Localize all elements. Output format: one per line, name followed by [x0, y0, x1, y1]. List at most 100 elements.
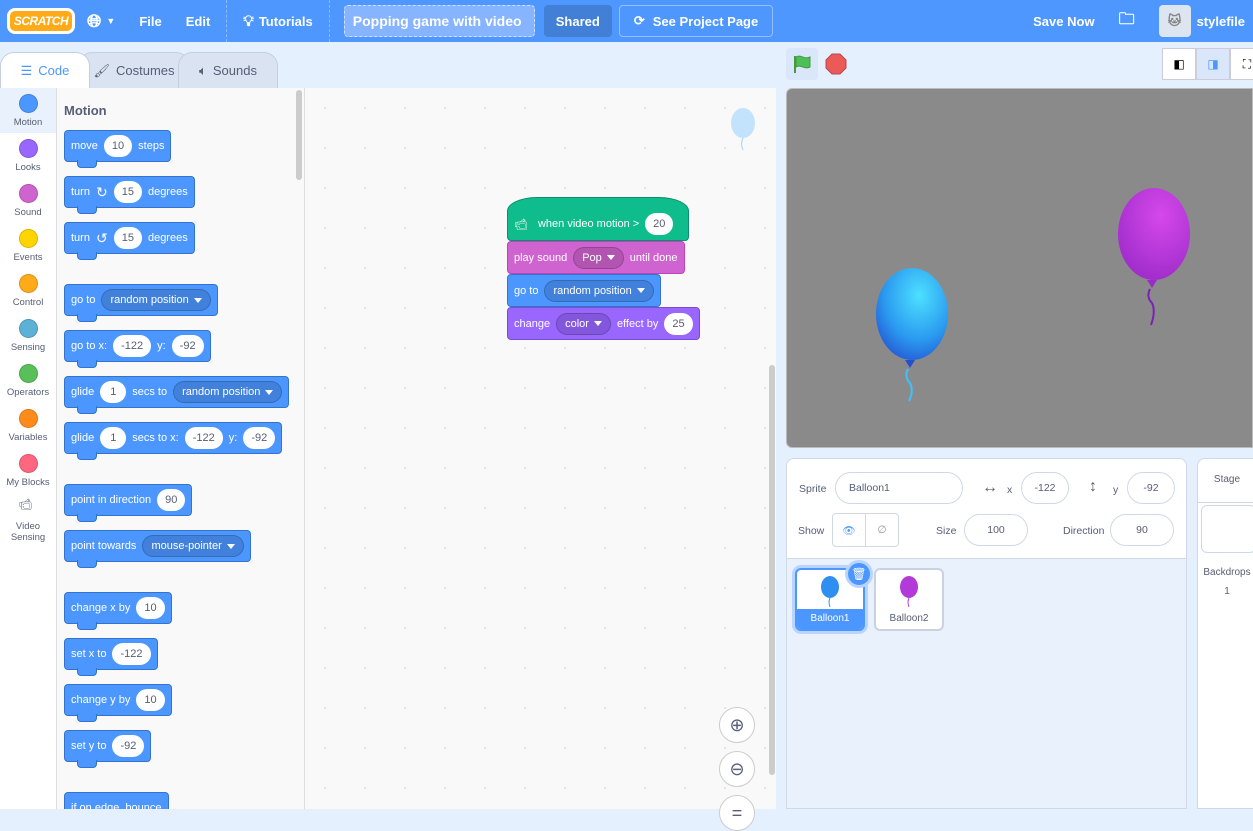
palette-block[interactable]: set y to -92 [64, 730, 152, 768]
palette-block[interactable]: change x by 10 [64, 592, 172, 630]
size-input[interactable]: 100 [964, 514, 1028, 546]
sprite-name-input[interactable]: Balloon1 [835, 472, 963, 504]
block-dropdown[interactable]: random position [544, 279, 654, 302]
block-dropdown[interactable]: color [556, 312, 611, 335]
code-icon: ☰ [20, 62, 33, 78]
stop-button[interactable] [820, 48, 852, 80]
category-my-blocks[interactable]: My Blocks [0, 448, 56, 493]
file-menu[interactable]: File [127, 0, 173, 42]
category-sensing[interactable]: Sensing [0, 313, 56, 358]
palette-block[interactable]: go to random position [64, 284, 218, 322]
edit-menu[interactable]: Edit [174, 0, 223, 42]
block-number-input[interactable]: -122 [112, 643, 151, 665]
fullscreen-button[interactable]: ⛶ [1230, 48, 1253, 80]
block-text: move [71, 140, 98, 152]
tab-costumes[interactable]: 🖌︎ Costumes [78, 52, 190, 88]
palette-block[interactable]: turn ↻ 15 degrees [64, 176, 195, 214]
palette-scrollbar[interactable] [296, 90, 302, 180]
block-text: change [514, 317, 551, 330]
stack-block[interactable]: go to random position [507, 274, 661, 307]
block-number-input[interactable]: 90 [157, 489, 186, 511]
block-dropdown[interactable]: random position [101, 289, 211, 311]
hat-block[interactable]: 📹︎ when video motion > 20 [507, 197, 689, 241]
show-visible-button[interactable]: 👁︎ [832, 513, 866, 547]
category-operators[interactable]: Operators [0, 358, 56, 403]
username[interactable]: stylefile [1197, 14, 1245, 29]
tab-sounds[interactable]: 🔈︎ Sounds [178, 52, 278, 88]
block-number-input[interactable]: -122 [184, 427, 223, 449]
category-sound[interactable]: Sound [0, 178, 56, 223]
sprite-tile-balloon2[interactable]: Balloon2 [874, 568, 944, 631]
stage-thumbnail[interactable] [1201, 505, 1253, 553]
avatar[interactable]: 🐱︎ [1158, 5, 1191, 37]
category-motion[interactable]: Motion [0, 88, 56, 133]
shared-button[interactable]: Shared [543, 5, 612, 37]
save-now-button[interactable]: Save Now [1021, 0, 1106, 42]
category-video-sensing[interactable]: 📹︎ Video Sensing [0, 493, 56, 548]
block-dropdown[interactable]: random position [173, 381, 283, 403]
category-variables[interactable]: Variables [0, 403, 56, 448]
palette-block[interactable]: point in direction 90 [64, 484, 193, 522]
palette-block[interactable]: glide 1 secs to x: -122 y: -92 [64, 422, 283, 460]
palette-block[interactable]: point towards mouse-pointer [64, 530, 251, 568]
script-stack[interactable]: 📹︎ when video motion > 20 play sound Pop unti… [507, 197, 700, 340]
divider [226, 0, 228, 42]
palette-block[interactable]: glide 1 secs to random position [64, 376, 290, 414]
normal-stage-button[interactable]: ◨ [1196, 48, 1230, 80]
palette-block[interactable]: go to x: -122 y: -92 [64, 330, 211, 368]
zoom-out-button[interactable]: ⊖ [719, 751, 755, 787]
block-number-input[interactable]: 10 [136, 689, 165, 711]
block-number-input[interactable]: 25 [664, 312, 693, 335]
stack-block[interactable]: change color effect by 25 [507, 307, 700, 340]
globe-icon: 🌐︎ [87, 10, 102, 31]
y-input[interactable]: -92 [1127, 472, 1175, 504]
my-stuff-folder-icon[interactable]: 🗀 [1107, 0, 1147, 42]
stage-selector[interactable]: Stage Backdrops 1 [1197, 458, 1253, 809]
block-dropdown[interactable]: Pop [573, 246, 624, 269]
green-flag-button[interactable] [786, 48, 818, 80]
block-dropdown[interactable]: mouse-pointer [142, 535, 244, 557]
x-label: x [1007, 484, 1013, 496]
palette-block[interactable]: move 10 steps [64, 130, 172, 168]
block-number-input[interactable]: 1 [100, 381, 127, 403]
stack-block[interactable]: play sound Pop until done [507, 241, 685, 274]
tutorials-button[interactable]: 💡︎ Tutorials [231, 0, 324, 42]
category-dot-icon [18, 408, 38, 428]
palette-block[interactable]: turn ↺ 15 degrees [64, 222, 195, 260]
block-number-input[interactable]: 15 [113, 181, 142, 203]
block-number-input[interactable]: 10 [136, 597, 165, 619]
block-number-input[interactable]: 20 [645, 213, 674, 235]
chevron-down-icon: ▼ [106, 16, 116, 26]
palette-block-row: glide 1 secs to x: -122 y: -92 [64, 422, 304, 468]
block-number-input[interactable]: 15 [113, 227, 142, 249]
stage-canvas[interactable] [786, 88, 1253, 448]
direction-input[interactable]: 90 [1110, 514, 1174, 546]
tab-code[interactable]: ☰ Code [0, 52, 90, 88]
block-number-input[interactable]: -92 [171, 335, 204, 357]
zoom-in-button[interactable]: ⊕ [719, 707, 755, 743]
block-number-input[interactable]: -92 [243, 427, 276, 449]
small-stage-button[interactable]: ◧ [1162, 48, 1196, 80]
delete-sprite-button[interactable]: 🗑︎ [845, 560, 873, 588]
block-number-input[interactable]: -122 [113, 335, 152, 357]
x-input[interactable]: -122 [1021, 472, 1069, 504]
scratch-logo[interactable]: SCRATCH [7, 8, 75, 34]
palette-block-row: change y by 10 [64, 684, 304, 730]
language-menu[interactable]: 🌐︎ ▼ [75, 0, 127, 42]
category-looks[interactable]: Looks [0, 133, 56, 178]
see-project-page-button[interactable]: ⟳ See Project Page [618, 5, 774, 37]
category-control[interactable]: Control [0, 268, 56, 313]
palette-block[interactable]: change y by 10 [64, 684, 172, 722]
scripts-scrollbar[interactable] [769, 365, 775, 775]
show-hidden-button[interactable]: ∅ [865, 513, 899, 547]
block-number-input[interactable]: 10 [103, 135, 133, 157]
palette-block-row: turn ↺ 15 degrees [64, 222, 304, 268]
reset-zoom-button[interactable]: = [719, 795, 755, 831]
block-number-input[interactable]: -92 [112, 735, 145, 757]
project-title-input[interactable]: Popping game with video [343, 5, 535, 37]
palette-block-row: set x to -122 [64, 638, 304, 684]
block-number-input[interactable]: 1 [100, 427, 127, 449]
palette-block[interactable]: set x to -122 [64, 638, 158, 676]
palette-block[interactable]: if on edge, bounce [64, 792, 169, 809]
category-events[interactable]: Events [0, 223, 56, 268]
